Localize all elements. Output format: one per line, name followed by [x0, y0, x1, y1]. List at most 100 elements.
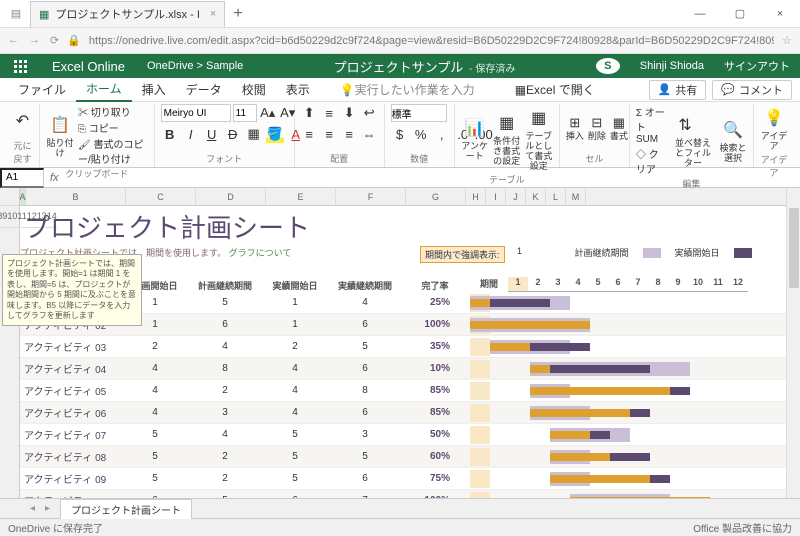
user-name[interactable]: Shinji Shioda	[630, 60, 714, 72]
sheet-title: プロジェクト計画シート	[24, 208, 310, 245]
breadcrumb[interactable]: OneDrive > Sample	[137, 60, 253, 72]
brand-label[interactable]: Excel Online	[40, 59, 137, 74]
sheet-nav-prev[interactable]: ◂	[30, 503, 35, 514]
italic-button[interactable]: I	[182, 125, 200, 143]
skype-icon[interactable]: S	[596, 58, 620, 74]
highlight-value[interactable]: 1	[505, 246, 535, 256]
url-field[interactable]: https://onedrive.live.com/edit.aspx?cid=…	[89, 35, 774, 47]
sheet-tab-strip: ◂ ▸ プロジェクト計画シート	[0, 498, 800, 518]
undo-button[interactable]: ↶	[12, 107, 33, 135]
fx-icon[interactable]: fx	[44, 172, 65, 184]
sort-filter-button[interactable]: ⇅	[671, 111, 699, 139]
close-window-button[interactable]: ×	[760, 0, 800, 28]
paste-button[interactable]: 📋	[46, 111, 74, 139]
font-size-input[interactable]	[233, 104, 257, 122]
new-tab-button[interactable]: +	[225, 5, 250, 23]
font-group-label: フォント	[161, 151, 288, 167]
ribbon: ↶ 元に戻す 📋 貼り付け ✂ 切り取り ⎘ コピー 🖌 書式のコピー/貼り付け…	[0, 102, 800, 168]
tab-data[interactable]: データ	[176, 78, 232, 102]
favorite-icon[interactable]: ☆	[782, 34, 792, 47]
cond-format-button[interactable]: ▦	[493, 109, 521, 137]
font-name-input[interactable]	[161, 104, 231, 122]
format-cells-button[interactable]: ▦	[610, 114, 628, 132]
clear-button[interactable]: ◇ クリア	[636, 146, 667, 176]
currency-icon[interactable]: $	[391, 125, 409, 143]
browser-tab[interactable]: ▦ プロジェクトサンプル.xlsx - I ×	[30, 1, 225, 27]
back-button[interactable]: ←	[8, 34, 19, 47]
table-row[interactable]: アクティビティ 05 42 48 85%	[20, 380, 800, 402]
browser-titlebar: ▤ ▦ プロジェクトサンプル.xlsx - I × + — ▢ ×	[0, 0, 800, 28]
table-row[interactable]: アクティビティ 03 24 25 35%	[20, 336, 800, 358]
sheet-nav-next[interactable]: ▸	[45, 503, 50, 514]
legend-actual: 実績開始日	[675, 246, 720, 259]
fill-color-button[interactable]: 🪣	[266, 125, 284, 143]
align-right-icon[interactable]: ≡	[340, 125, 358, 143]
wrap-text-icon[interactable]: ↩	[360, 104, 378, 122]
app-header: Excel Online OneDrive > Sample プロジェクトサンプ…	[0, 54, 800, 78]
refresh-button[interactable]: ⟳	[50, 34, 59, 47]
share-button[interactable]: 👤 共有	[649, 80, 707, 100]
undo-group-label: 元に戻す	[12, 138, 33, 167]
table-row[interactable]: アクティビティ 08 52 55 60%	[20, 446, 800, 468]
column-headers[interactable]: ABCDEFGHIJKLM	[20, 188, 800, 206]
grow-font-icon[interactable]: A▴	[259, 104, 277, 122]
align-left-icon[interactable]: ≡	[300, 125, 318, 143]
ribbon-tabs: ファイル ホーム 挿入 データ 校閲 表示 💡 実行したい作業を入力 ▦ Exc…	[0, 78, 800, 102]
percent-icon[interactable]: %	[412, 125, 430, 143]
open-in-excel[interactable]: ▦ Excel で開く	[505, 78, 605, 102]
copy-button[interactable]: ⎘ コピー	[78, 120, 148, 135]
window-menu-icon[interactable]: ▤	[6, 4, 26, 24]
strike-button[interactable]: D	[224, 125, 242, 143]
actual-swatch	[734, 248, 752, 258]
format-painter-button[interactable]: 🖌 書式のコピー/貼り付け	[78, 136, 148, 166]
signout-link[interactable]: サインアウト	[714, 58, 800, 74]
row-headers[interactable]: 1234567891011121314	[0, 188, 20, 498]
table-row[interactable]: アクティビティ 10 65 67 100%	[20, 490, 800, 498]
table-row[interactable]: アクティビティ 04 48 46 10%	[20, 358, 800, 380]
align-center-icon[interactable]: ≡	[320, 125, 338, 143]
document-title: プロジェクトサンプル- 保存済み	[253, 57, 596, 76]
number-group-label: 数値	[391, 151, 448, 167]
table-row[interactable]: アクティビティ 09 52 56 75%	[20, 468, 800, 490]
vertical-scrollbar[interactable]	[786, 188, 800, 498]
align-bottom-icon[interactable]: ⬇	[340, 104, 358, 122]
forward-button[interactable]: →	[29, 34, 40, 47]
number-format-select[interactable]	[391, 104, 447, 122]
comma-icon[interactable]: ,	[433, 125, 451, 143]
autosum-button[interactable]: Σ オート SUM	[636, 104, 667, 145]
minimize-button[interactable]: —	[680, 0, 720, 28]
align-middle-icon[interactable]: ≡	[320, 104, 338, 122]
cut-button[interactable]: ✂ 切り取り	[78, 104, 148, 119]
legend-plan: 計画継続期間	[575, 246, 629, 259]
table-row[interactable]: アクティビティ 07 54 53 50%	[20, 424, 800, 446]
delete-cells-button[interactable]: ⊟	[588, 114, 606, 132]
app-launcher[interactable]	[0, 60, 40, 73]
survey-button[interactable]: 📊	[461, 114, 489, 142]
align-group-label: 配置	[301, 151, 378, 167]
close-tab-icon[interactable]: ×	[210, 8, 216, 20]
bold-button[interactable]: B	[161, 125, 179, 143]
underline-button[interactable]: U	[203, 125, 221, 143]
comment-button[interactable]: 💬 コメント	[712, 80, 792, 100]
tab-view[interactable]: 表示	[276, 78, 320, 102]
tab-review[interactable]: 校閲	[232, 78, 276, 102]
tab-home[interactable]: ホーム	[76, 78, 132, 102]
find-select-button[interactable]: 🔍	[719, 116, 747, 144]
tab-insert[interactable]: 挿入	[132, 78, 176, 102]
tab-title: プロジェクトサンプル.xlsx - I	[55, 6, 200, 22]
ideas-button[interactable]: 💡	[760, 104, 788, 132]
insert-cells-button[interactable]: ⊞	[566, 114, 584, 132]
border-button[interactable]: ▦	[245, 125, 263, 143]
ideas-group-label: アイデア	[760, 152, 788, 181]
sheet-tab[interactable]: プロジェクト計画シート	[60, 499, 192, 519]
name-box[interactable]	[0, 168, 44, 188]
align-top-icon[interactable]: ⬆	[300, 104, 318, 122]
tab-file[interactable]: ファイル	[8, 78, 76, 102]
maximize-button[interactable]: ▢	[720, 0, 760, 28]
worksheet[interactable]: 1234567891011121314 ABCDEFGHIJKLM プロジェクト…	[0, 188, 800, 498]
table-row[interactable]: アクティビティ 06 43 46 85%	[20, 402, 800, 424]
status-right[interactable]: Office 製品改善に協力	[693, 520, 792, 535]
merge-cells-icon[interactable]: ⇔	[360, 125, 378, 143]
tell-me-input[interactable]: 💡 実行したい作業を入力	[330, 78, 485, 102]
format-as-table-button[interactable]: ▦	[525, 104, 553, 132]
